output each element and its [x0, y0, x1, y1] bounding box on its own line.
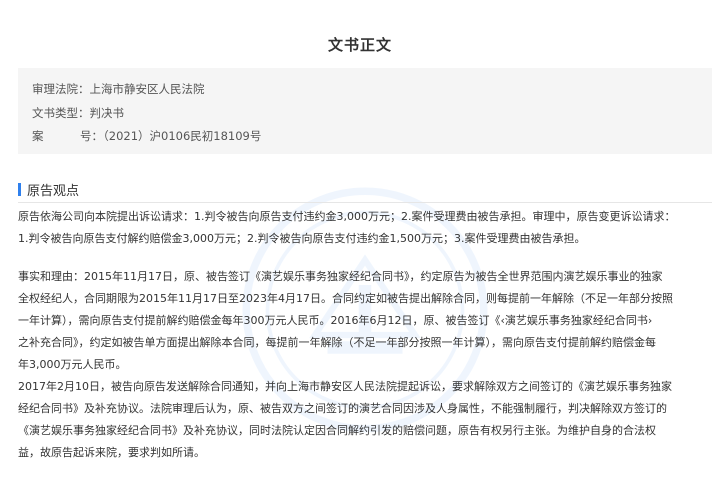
section-title: 原告观点 — [27, 183, 80, 199]
paragraph-claims: 原告依海公司向本院提出诉讼请求：1.判令被告向原告支付违约金3,000万元；2.… — [18, 206, 712, 250]
paragraph-line: 年3,000万元人民币。 — [18, 358, 127, 371]
case-number-row: 案 号：（2021）沪0106民初18109号 — [32, 128, 261, 144]
paragraph-line: 之补充合同》，约定如被告单方面提出解除本合同，每提前一年解除（不足一年部分按照一… — [18, 336, 656, 349]
doctype-label: 文书类型： — [32, 106, 90, 120]
paragraph-line: 原告依海公司向本院提出诉讼请求：1.判令被告向原告支付违约金3,000万元；2.… — [18, 210, 676, 223]
paragraph-line: 经纪合同书》及补充协议。法院审理后认为，原、被告双方之间签订的演艺合同因涉及人身… — [18, 402, 667, 415]
case-number-value: （2021）沪0106民初18109号 — [103, 129, 262, 143]
paragraph-line: 1.判令被告向原告支付解约赔偿金3,000万元；2.判令被告向原告支付违约金1,… — [18, 232, 586, 245]
section-accent-bar — [18, 182, 21, 196]
paragraph-line: 一年计算），需向原告支付提前解约赔偿金每年300万元人民币。2016年6月12日… — [18, 314, 653, 327]
doctype-value: 判决书 — [89, 106, 125, 120]
page-title: 文书正文 — [327, 36, 392, 54]
paragraph-line: 益，故原告起诉来院，要求判如所请。 — [18, 446, 205, 459]
court-row: 审理法院：上海市静安区人民法院 — [32, 81, 205, 97]
paragraph-facts: 事实和理由：2015年11月17日，原、被告签订《演艺娱乐事务独家经纪合同书》，… — [18, 266, 712, 376]
paragraph-history: 2017年2月10日，被告向原告发送解除合同通知，并向上海市静安区人民法院提起诉… — [18, 376, 712, 464]
case-label-first: 案 — [32, 129, 44, 143]
section-header: 原告观点 — [18, 181, 80, 199]
court-value: 上海市静安区人民法院 — [89, 82, 205, 96]
paragraph-line: 《演艺娱乐事务独家经纪合同书》及补充协议，同时法院认定因合同解约引发的赔偿问题，… — [18, 424, 656, 437]
document-meta-panel: 审理法院：上海市静安区人民法院 文书类型：判决书 案 号：（2021）沪0106民… — [18, 68, 712, 154]
paragraph-line: 2017年2月10日，被告向原告发送解除合同通知，并向上海市静安区人民法院提起诉… — [18, 380, 672, 393]
doctype-row: 文书类型：判决书 — [32, 105, 124, 121]
section-divider — [18, 202, 712, 203]
paragraph-line: 事实和理由：2015年11月17日，原、被告签订《演艺娱乐事务独家经纪合同书》，… — [18, 270, 663, 283]
court-label: 审理法院： — [32, 82, 90, 96]
case-label-second: 号： — [80, 129, 103, 143]
paragraph-line: 全权经纪人，合同期限为2015年11月17日至2023年4月17日。合同约定如被… — [18, 292, 673, 305]
